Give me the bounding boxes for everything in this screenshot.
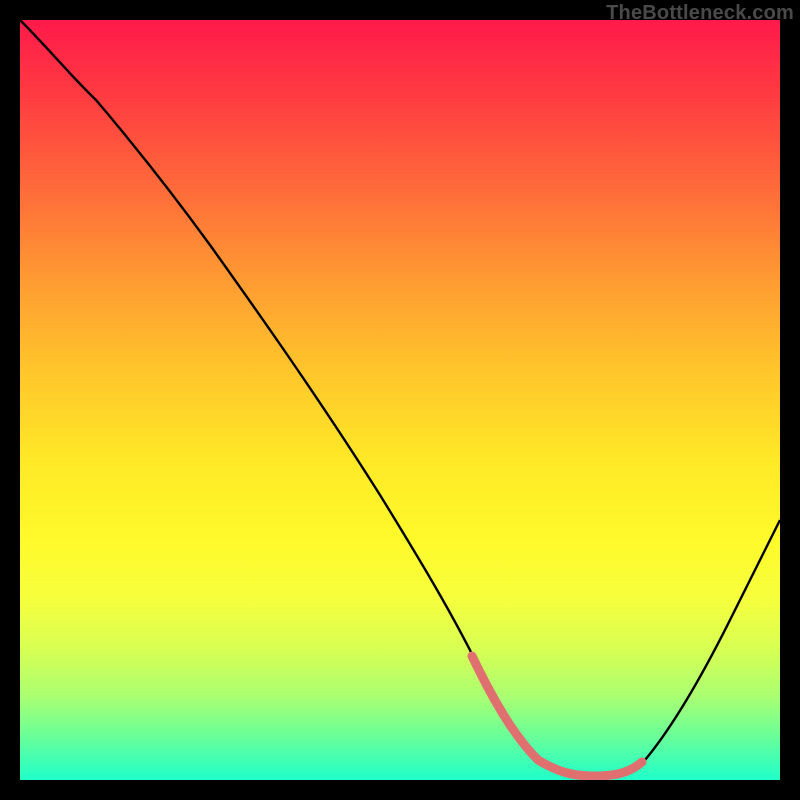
bottleneck-curve bbox=[20, 20, 780, 776]
plot-area bbox=[20, 20, 780, 780]
curve-layer bbox=[20, 20, 780, 780]
chart-stage: TheBottleneck.com bbox=[0, 0, 800, 800]
highlight-flat-region bbox=[472, 656, 642, 776]
watermark-text: TheBottleneck.com bbox=[606, 2, 794, 25]
